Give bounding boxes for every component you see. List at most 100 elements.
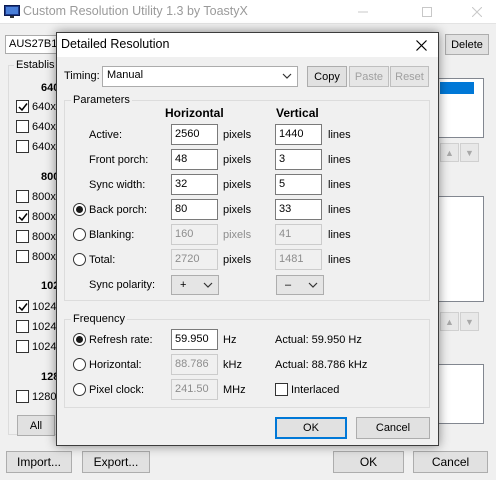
resolution-checkbox[interactable]: 640x: [16, 120, 56, 133]
v-total-input[interactable]: 1481: [275, 249, 322, 270]
unit-lines: lines: [328, 254, 351, 266]
move-up-button[interactable]: ▲: [440, 143, 459, 162]
refresh-rate-radio[interactable]: Refresh rate:: [73, 333, 153, 346]
pixel-clock-radio[interactable]: Pixel clock:: [73, 383, 144, 396]
blanking-label: Blanking:: [89, 228, 135, 241]
resolution-checkbox[interactable]: 1024: [16, 340, 56, 353]
move-down-button[interactable]: ▼: [460, 143, 479, 162]
v-blanking-input[interactable]: 41: [275, 224, 322, 245]
window-close-button[interactable]: [460, 0, 494, 24]
radio-button[interactable]: [73, 253, 86, 266]
checkbox[interactable]: [16, 120, 29, 133]
parameters-group-label: Parameters: [71, 94, 132, 106]
h-back-porch-input[interactable]: 80: [171, 199, 218, 220]
vertical-header: Vertical: [276, 106, 319, 120]
reset-button[interactable]: Reset: [390, 66, 429, 87]
delete-button[interactable]: Delete: [445, 34, 489, 55]
radio-button[interactable]: [73, 383, 86, 396]
standard-resolutions-list[interactable]: [436, 196, 484, 302]
checkbox[interactable]: [16, 190, 29, 203]
minimize-button[interactable]: [346, 0, 380, 24]
v-sync-width-input[interactable]: 5: [275, 174, 322, 195]
import-button[interactable]: Import...: [6, 451, 72, 473]
dialog-cancel-button[interactable]: Cancel: [356, 417, 430, 439]
resolution-checkbox[interactable]: 1024: [16, 300, 56, 313]
h-sync-width-input[interactable]: 32: [171, 174, 218, 195]
close-icon: [472, 7, 482, 17]
checkbox-label: 640x: [32, 100, 56, 113]
chevron-down-icon: [282, 73, 292, 79]
blanking-radio[interactable]: Blanking:: [73, 228, 134, 241]
checkbox[interactable]: [16, 250, 29, 263]
resolution-checkbox[interactable]: 640x: [16, 140, 56, 153]
resolution-checkbox[interactable]: 800x: [16, 250, 56, 263]
checkbox[interactable]: [16, 300, 29, 313]
resolution-checkbox[interactable]: 1280: [16, 390, 56, 403]
radio-button[interactable]: [73, 358, 86, 371]
resolution-checkbox[interactable]: 800x: [16, 230, 56, 243]
radio-button[interactable]: [73, 203, 86, 216]
interlaced-checkbox[interactable]: Interlaced: [275, 383, 339, 396]
v-active-input[interactable]: 1440: [275, 124, 322, 145]
h-blanking-input[interactable]: 160: [171, 224, 218, 245]
extension-blocks-list[interactable]: [436, 364, 484, 424]
h-active-input[interactable]: 2560: [171, 124, 218, 145]
refresh-rate-input[interactable]: 59.950: [171, 329, 218, 350]
horizontal-freq-radio[interactable]: Horizontal:: [73, 358, 142, 371]
h-polarity-select[interactable]: +: [171, 275, 219, 295]
move-down-button[interactable]: ▼: [460, 312, 479, 331]
v-back-porch-input[interactable]: 33: [275, 199, 322, 220]
resolution-checkbox[interactable]: 1024: [16, 320, 56, 333]
select-all-button[interactable]: All: [17, 415, 55, 436]
selected-list-row[interactable]: [440, 82, 474, 94]
timing-select[interactable]: Manual: [102, 66, 298, 87]
checkbox[interactable]: [275, 383, 288, 396]
back-porch-label: Back porch:: [89, 203, 148, 216]
arrow-down-icon: ▼: [465, 147, 474, 158]
window-title: Custom Resolution Utility 1.3 by ToastyX: [23, 4, 248, 18]
horizontal-freq-input[interactable]: 88.786: [171, 354, 218, 375]
v-front-porch-input[interactable]: 3: [275, 149, 322, 170]
export-button[interactable]: Export...: [82, 451, 150, 473]
detailed-resolution-dialog: Detailed Resolution Timing: Manual Copy …: [56, 32, 439, 446]
checkbox-label: 1024: [32, 340, 57, 353]
resolution-checkbox[interactable]: 640x: [16, 100, 56, 113]
checkbox[interactable]: [16, 100, 29, 113]
horizontal-actual: Actual: 88.786 kHz: [275, 359, 368, 371]
dialog-ok-button[interactable]: OK: [275, 417, 347, 439]
pixel-clock-label: Pixel clock:: [89, 383, 145, 396]
move-up-button[interactable]: ▲: [440, 312, 459, 331]
radio-button[interactable]: [73, 333, 86, 346]
resolution-checkbox[interactable]: 800x: [16, 190, 56, 203]
checkbox[interactable]: [16, 340, 29, 353]
checkbox[interactable]: [16, 140, 29, 153]
radio-button[interactable]: [73, 228, 86, 241]
checkbox-label: 800x: [32, 250, 56, 263]
h-front-porch-input[interactable]: 48: [171, 149, 218, 170]
maximize-button[interactable]: [410, 0, 444, 24]
checkbox[interactable]: [16, 230, 29, 243]
checkbox[interactable]: [16, 390, 29, 403]
main-cancel-button[interactable]: Cancel: [413, 451, 488, 473]
h-total-input[interactable]: 2720: [171, 249, 218, 270]
copy-button[interactable]: Copy: [307, 66, 347, 87]
checkbox[interactable]: [16, 210, 29, 223]
h-polarity-value: +: [180, 279, 187, 291]
timing-value: Manual: [107, 69, 144, 81]
main-ok-button[interactable]: OK: [333, 451, 404, 473]
chevron-down-icon: [203, 282, 213, 288]
maximize-icon: [422, 7, 432, 17]
unit-lines: lines: [328, 129, 351, 141]
v-polarity-select[interactable]: –: [276, 275, 324, 295]
dialog-close-button[interactable]: [406, 33, 436, 57]
total-radio[interactable]: Total:: [73, 253, 115, 266]
checkbox[interactable]: [16, 320, 29, 333]
resolution-checkbox[interactable]: 800x: [16, 210, 56, 223]
checkbox-label: 1024: [32, 320, 57, 333]
back-porch-radio[interactable]: Back porch:: [73, 203, 147, 216]
paste-button[interactable]: Paste: [349, 66, 389, 87]
unit-mhz: MHz: [223, 384, 246, 396]
timing-label: Timing:: [64, 70, 100, 82]
v-polarity-value: –: [285, 279, 292, 291]
pixel-clock-input[interactable]: 241.50: [171, 379, 218, 400]
